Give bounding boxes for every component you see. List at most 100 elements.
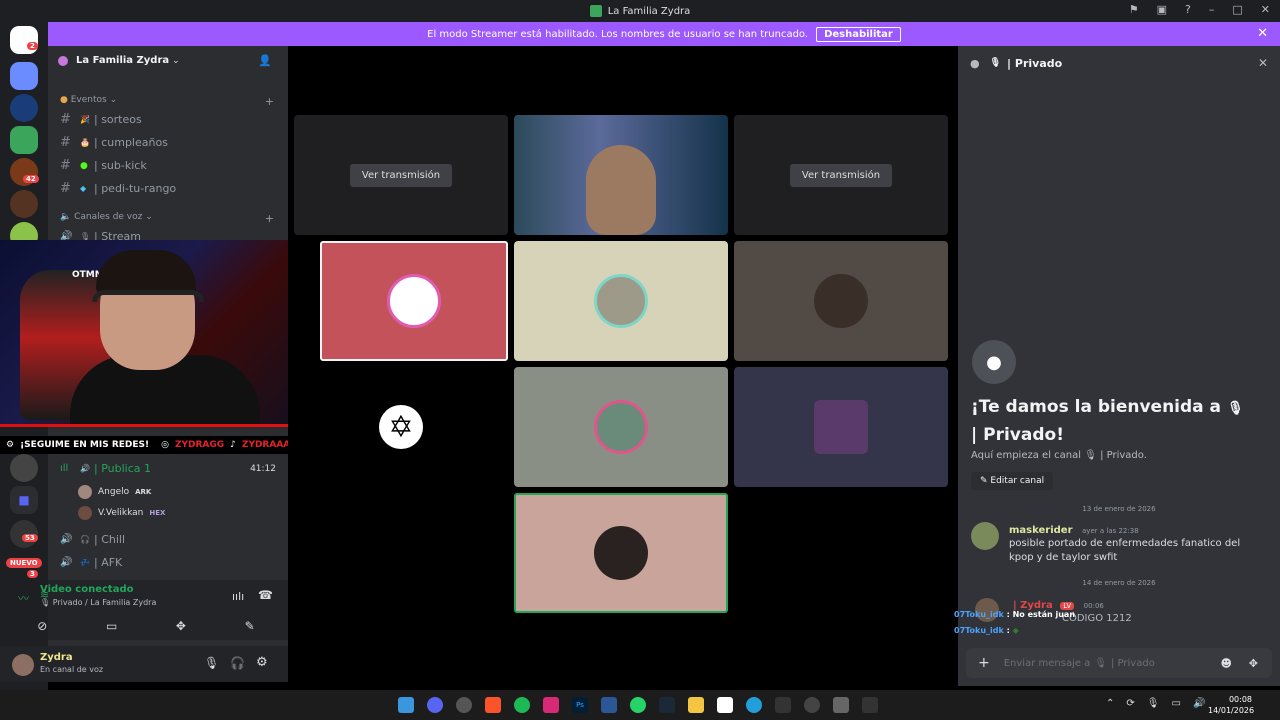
- events-category[interactable]: ● Eventos ⌄ +: [60, 95, 286, 108]
- voice-category[interactable]: 🔈 Canales de voz ⌄ +: [60, 212, 286, 225]
- close-chat-icon[interactable]: ✕: [1258, 56, 1268, 70]
- username[interactable]: Zydra: [40, 652, 73, 663]
- telegram-taskbar-icon[interactable]: [746, 697, 762, 713]
- stream-tile[interactable]: Ver transmisión: [294, 115, 508, 235]
- camera-off-icon[interactable]: ⊘: [37, 619, 47, 633]
- brave-taskbar-icon[interactable]: [485, 697, 501, 713]
- participant-tile[interactable]: [734, 241, 948, 361]
- file-explorer-icon[interactable]: [688, 697, 704, 713]
- obs-taskbar-icon[interactable]: [804, 697, 820, 713]
- chat-text: No están juan: [1012, 610, 1076, 619]
- chat-bubble-icon: ●: [972, 340, 1016, 384]
- server-icon[interactable]: [10, 62, 38, 90]
- clock[interactable]: 00:08 14/01/2026: [1208, 694, 1255, 716]
- text-channel-pedi-tu-rango[interactable]: # ◆ | pedi-tu-rango: [60, 181, 176, 196]
- text-channel-sorteos[interactable]: # 🎉 | sorteos: [60, 112, 142, 127]
- apps-icon[interactable]: ✥: [1249, 657, 1258, 670]
- avatar[interactable]: [12, 654, 34, 676]
- steam-taskbar-icon[interactable]: [659, 697, 675, 713]
- mic-icon[interactable]: 🎙: [1147, 698, 1160, 709]
- whatsapp-taskbar-icon[interactable]: [630, 697, 646, 713]
- watch-stream-button[interactable]: Ver transmisión: [789, 163, 893, 187]
- user-tag: ARK: [135, 488, 152, 496]
- participant-tile[interactable]: [514, 367, 728, 487]
- connection-icon[interactable]: 〰: [18, 590, 29, 606]
- disconnect-icon[interactable]: ☎: [258, 588, 273, 602]
- server-header[interactable]: La Familia Zydra ⌄ 👤: [58, 54, 286, 67]
- input-placeholder-channel: | Privado: [1111, 657, 1155, 669]
- edit-channel-label: Editar canal: [990, 476, 1045, 486]
- emoji-picker-icon[interactable]: ☻: [1221, 657, 1232, 670]
- mic-icon[interactable]: 🎙: [204, 656, 219, 670]
- add-attachment-icon[interactable]: +: [978, 655, 990, 671]
- app-taskbar-icon[interactable]: [456, 697, 472, 713]
- text-channel-sub-kick[interactable]: # ● | sub-kick: [60, 158, 147, 173]
- voice-channel-chill[interactable]: 🔊 🎧 | Chill: [60, 533, 125, 546]
- volume-icon[interactable]: 🔊: [1193, 698, 1205, 709]
- voice-channel-publica[interactable]: ıll 🔊 | Publica 1 41:12: [60, 462, 280, 475]
- notion-taskbar-icon[interactable]: [717, 697, 733, 713]
- message-author[interactable]: maskerider: [1009, 525, 1073, 536]
- noise-suppression-icon[interactable]: ıılı: [232, 590, 244, 603]
- avatar[interactable]: [971, 522, 999, 550]
- add-channel-icon[interactable]: +: [265, 212, 274, 225]
- voice-status[interactable]: Video conectado: [40, 584, 133, 595]
- close-banner-icon[interactable]: ✕: [1257, 26, 1268, 41]
- settings-gear-icon[interactable]: ⚙: [256, 655, 268, 670]
- voice-user[interactable]: Angelo ARK: [78, 485, 151, 499]
- message-input[interactable]: + Enviar mensaje a 🎙 | Privado ☻ ✥: [966, 648, 1272, 678]
- discord-taskbar-icon[interactable]: [427, 697, 443, 713]
- edit-channel-button[interactable]: ✎ Editar canal: [971, 472, 1054, 490]
- participant-tile[interactable]: [514, 241, 728, 361]
- server-icon[interactable]: [10, 190, 38, 218]
- close-window-icon[interactable]: ✕: [1261, 3, 1270, 16]
- clock-date: 14/01/2026: [1208, 706, 1255, 715]
- flag-icon[interactable]: ⚑: [1129, 3, 1139, 16]
- soundboard-icon[interactable]: ✎: [245, 619, 255, 633]
- home-badge: 2: [27, 42, 38, 50]
- chat-user: 07Toku_idk: [954, 626, 1004, 635]
- minimize-icon[interactable]: –: [1209, 3, 1215, 16]
- screen-share-icon[interactable]: ▭: [106, 619, 117, 633]
- inbox-icon[interactable]: ▣: [1157, 3, 1167, 16]
- server-icon[interactable]: [10, 94, 38, 122]
- server-icon[interactable]: [10, 454, 38, 482]
- message-header: maskerider ayer a las 22:38: [1009, 523, 1139, 536]
- level-badge: LV: [1060, 602, 1075, 610]
- instagram-taskbar-icon[interactable]: [543, 697, 559, 713]
- new-badge[interactable]: NUEVO: [6, 558, 42, 568]
- text-channel-cumpleanos[interactable]: # 🎂 | cumpleaños: [60, 135, 168, 150]
- photoshop-taskbar-icon[interactable]: Ps: [572, 697, 588, 713]
- stream-tile[interactable]: Ver transmisión: [734, 115, 948, 235]
- app-taskbar-icon[interactable]: [601, 697, 617, 713]
- disable-streamer-button[interactable]: Deshabilitar: [816, 26, 901, 42]
- folder-icon[interactable]: ■: [10, 486, 38, 514]
- overlay-divider: [0, 424, 320, 427]
- invite-icon[interactable]: 👤: [258, 54, 272, 67]
- app-taskbar-icon[interactable]: [862, 697, 878, 713]
- spotify-taskbar-icon[interactable]: [514, 697, 530, 713]
- participant-tile[interactable]: ✡: [294, 367, 508, 487]
- app-taskbar-icon[interactable]: [833, 697, 849, 713]
- voice-channel-path[interactable]: 🎙 Privado / La Familia Zydra: [40, 598, 156, 607]
- app-taskbar-icon[interactable]: [775, 697, 791, 713]
- add-channel-icon[interactable]: +: [265, 95, 274, 108]
- participant-tile[interactable]: [734, 367, 948, 487]
- turtle-emote-icon: ◆: [1012, 626, 1019, 635]
- server-icon[interactable]: [10, 126, 38, 154]
- chevron-up-icon[interactable]: ⌃: [1106, 698, 1114, 709]
- participant-tile[interactable]: [320, 241, 508, 361]
- maximize-icon[interactable]: □: [1232, 3, 1242, 16]
- network-icon[interactable]: ▭: [1171, 698, 1180, 709]
- windows-start-icon[interactable]: [398, 697, 414, 713]
- voice-channel-afk[interactable]: 🔊 💤 | AFK: [60, 556, 122, 569]
- activities-icon[interactable]: ✥: [176, 619, 186, 633]
- watch-stream-button[interactable]: Ver transmisión: [349, 163, 453, 187]
- streamer-webcam-overlay: OTMM: [0, 240, 320, 426]
- sync-icon[interactable]: ⟳: [1126, 698, 1134, 709]
- webcam-tile[interactable]: [514, 115, 728, 235]
- speaking-participant-tile[interactable]: [514, 493, 728, 613]
- help-icon[interactable]: ?: [1185, 3, 1191, 16]
- headphones-icon[interactable]: 🎧: [230, 656, 245, 670]
- voice-user[interactable]: V.Velikkan HEX: [78, 506, 165, 520]
